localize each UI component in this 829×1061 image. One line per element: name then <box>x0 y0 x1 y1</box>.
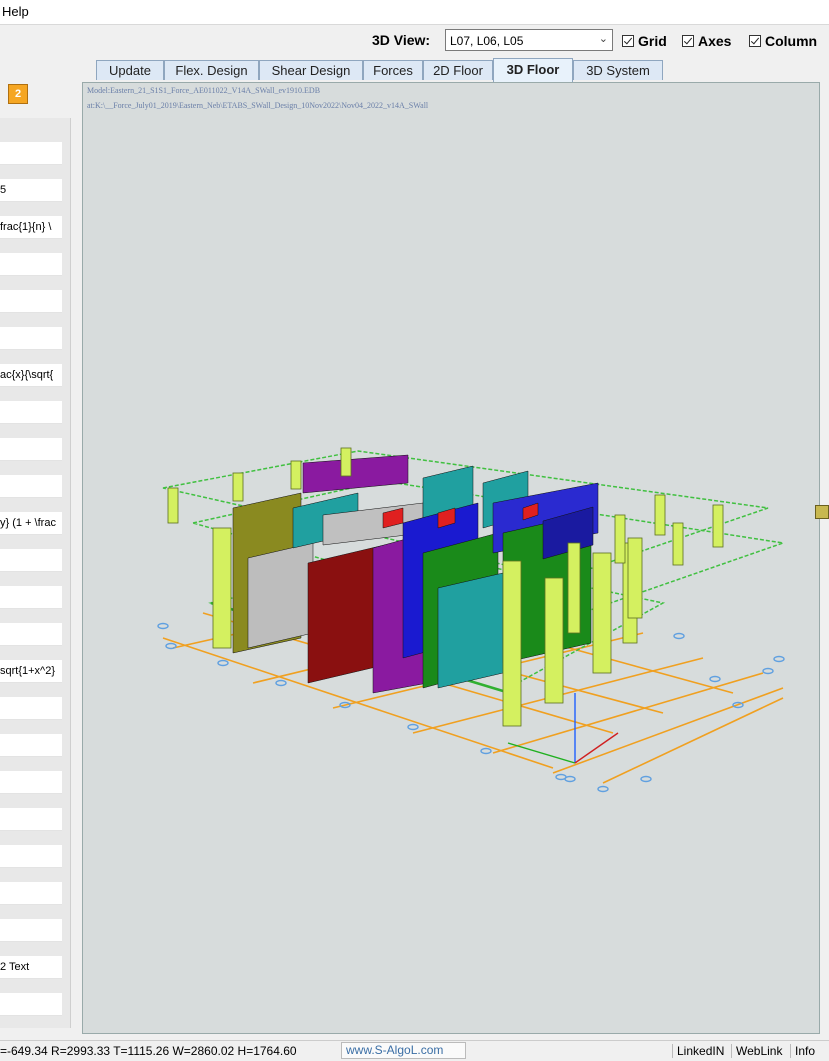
tab-flex-design[interactable]: Flex. Design <box>164 60 259 80</box>
status-bar: =-649.34 R=2993.33 T=1115.26 W=2860.02 H… <box>0 1040 829 1061</box>
equation-row[interactable] <box>0 993 62 1016</box>
weblink-link[interactable]: WebLink <box>731 1044 782 1058</box>
equation-row[interactable]: sqrt{1+x^2} <box>0 660 62 683</box>
checkbox-checked-icon <box>682 35 694 47</box>
equation-row[interactable] <box>0 734 62 757</box>
tab-forces[interactable]: Forces <box>363 60 423 80</box>
3d-floor-viewport[interactable]: Model:Eastern_21_S1S1_Force_AE011022_V14… <box>82 82 820 1034</box>
website-link[interactable]: www.S-AlgoL.com <box>341 1042 466 1059</box>
left-panel: 2 5 frac{1}{n} \ ac{x}{\sqrt{ y} (1 + \frac… <box>0 58 80 1033</box>
equation-row[interactable] <box>0 401 62 424</box>
menu-bar: Help <box>0 0 829 25</box>
3d-view-select[interactable]: L07, L06, L05 ⌄ <box>445 29 613 51</box>
equation-row-text: frac{1}{n} \ <box>0 221 52 233</box>
equation-row[interactable] <box>0 919 62 942</box>
columns-label: Column <box>765 33 818 49</box>
chevron-down-icon: ⌄ <box>598 33 608 45</box>
checkbox-checked-icon <box>622 35 634 47</box>
equation-row[interactable] <box>0 253 62 276</box>
equation-row[interactable] <box>0 142 62 165</box>
tab-2d-floor[interactable]: 2D Floor <box>423 60 493 80</box>
grid-label: Grid <box>638 33 667 49</box>
info-link[interactable]: Info <box>790 1044 815 1058</box>
equation-row[interactable] <box>0 882 62 905</box>
equation-list: 5 frac{1}{n} \ ac{x}{\sqrt{ y} (1 + \frac sq… <box>0 118 71 1028</box>
menu-help[interactable]: Help <box>2 4 29 19</box>
equation-row[interactable] <box>0 327 62 350</box>
equation-row-text: 2 Text <box>0 961 30 973</box>
equation-row[interactable] <box>0 586 62 609</box>
3d-view-value: L07, L06, L05 <box>450 34 524 48</box>
equation-row[interactable] <box>0 438 62 461</box>
equation-row-text: sqrt{1+x^2} <box>0 665 56 677</box>
linkedin-link[interactable]: LinkedIN <box>672 1044 724 1058</box>
equation-row[interactable] <box>0 623 62 646</box>
3d-floor-model <box>157 447 785 793</box>
toolbar: 3D View: L07, L06, L05 ⌄ Grid Axes Colum… <box>0 25 829 57</box>
equation-row[interactable]: 5 <box>0 179 62 202</box>
tab-update[interactable]: Update <box>96 60 164 80</box>
equation-row[interactable]: y} (1 + \frac <box>0 512 62 535</box>
axes-label: Axes <box>698 33 732 49</box>
equation-row[interactable]: frac{1}{n} \ <box>0 216 62 239</box>
tab-3d-system[interactable]: 3D System <box>573 60 663 80</box>
equation-row-text: ac{x}{\sqrt{ <box>0 369 54 381</box>
3d-view-label: 3D View: <box>372 32 431 48</box>
grid-checkbox[interactable]: Grid <box>622 33 667 49</box>
equation-row[interactable] <box>0 290 62 313</box>
equation-row-text: 5 <box>0 184 7 196</box>
tab-3d-floor[interactable]: 3D Floor <box>493 58 573 82</box>
equation-row[interactable] <box>0 808 62 831</box>
equation-row[interactable] <box>0 549 62 572</box>
number-2-button[interactable]: 2 <box>8 84 28 104</box>
equation-row[interactable]: ac{x}{\sqrt{ <box>0 364 62 387</box>
equation-row[interactable] <box>0 771 62 794</box>
columns-checkbox[interactable]: Column <box>749 33 817 49</box>
checkbox-checked-icon <box>749 35 761 47</box>
equation-row[interactable] <box>0 475 62 498</box>
equation-row[interactable]: 2 Text <box>0 956 62 979</box>
equation-row[interactable] <box>0 697 62 720</box>
tab-shear-design[interactable]: Shear Design <box>259 60 363 80</box>
resize-handle[interactable] <box>815 505 829 519</box>
equation-row[interactable] <box>0 845 62 868</box>
equation-row-text: y} (1 + \frac <box>0 517 56 529</box>
status-coordinates: =-649.34 R=2993.33 T=1115.26 W=2860.02 H… <box>0 1044 297 1058</box>
axes-checkbox[interactable]: Axes <box>682 33 731 49</box>
